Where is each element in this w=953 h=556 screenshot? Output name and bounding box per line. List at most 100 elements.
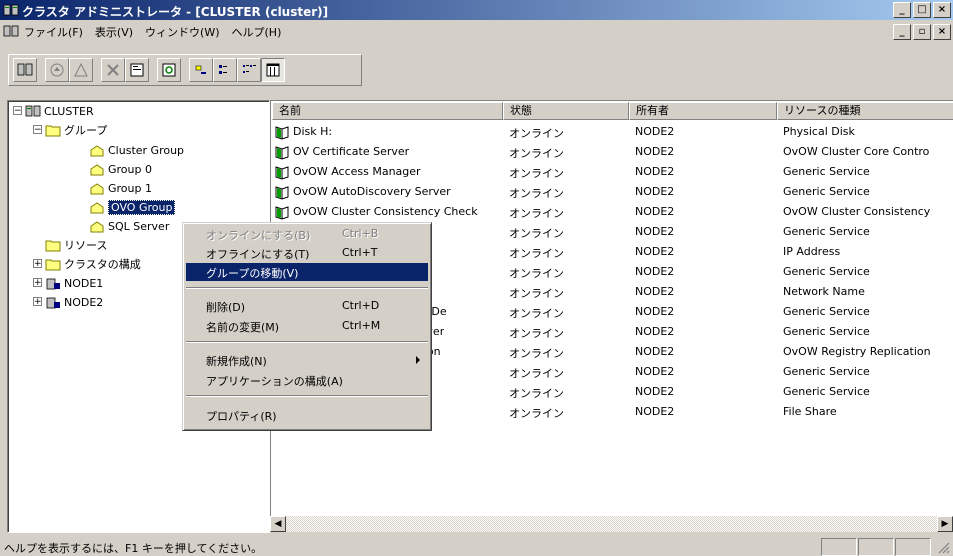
column-header-state[interactable]: 状態 [503,102,629,120]
cell-owner: NODE2 [635,365,675,378]
child-close-button[interactable]: × [933,24,951,40]
cell-owner: NODE2 [635,165,675,178]
cell-type: Generic Service [783,165,870,178]
minimize-button[interactable]: _ [893,2,911,18]
tree-node-node[interactable]: NODE2 [45,293,103,311]
table-row[interactable]: OvOW Cluster Consistency Check オンライン NODE2… [271,202,953,222]
menu-item-configure-application[interactable]: アプリケーションの構成(A) [186,371,428,389]
cluster-icon [17,63,33,76]
table-row[interactable]: Disk H: オンライン NODE2 Physical Disk [271,122,953,142]
tree-node-resources[interactable]: リソース [45,236,107,254]
cell-name: OvOW AutoDiscovery Server [293,185,451,198]
cell-type: OvOW Cluster Consistency [783,205,931,218]
properties-button[interactable] [125,58,149,82]
menu-file[interactable]: ファイル(F) [24,24,83,40]
close-button[interactable]: × [933,2,951,18]
menu-item-delete[interactable]: 削除(D) Ctrl+D [186,297,428,315]
cell-name: OvOW Cluster Consistency Check [293,205,478,218]
offline-icon [74,62,88,77]
group-icon [90,202,104,214]
menu-item-label: オンラインにする(B) [206,229,311,242]
tree-label-group: Cluster Group [108,143,185,157]
menu-item-label: オフラインにする(T) [206,248,310,261]
tree-node-cluster[interactable]: CLUSTER [25,102,94,120]
details-view-button[interactable] [261,58,285,82]
menu-bar: ファイル(F) 表示(V) ウィンドウ(W) ヘルプ(H) _ ▫ × [0,21,953,41]
cell-owner: NODE2 [635,405,675,418]
expand-node-toggle[interactable]: + [33,297,42,307]
cell-state: オンライン [509,367,564,380]
open-connection-button[interactable] [13,58,37,82]
cell-type: Generic Service [783,185,870,198]
cell-owner: NODE2 [635,245,675,258]
menu-window[interactable]: ウィンドウ(W) [145,24,219,40]
list-icon [243,65,256,73]
group-icon [90,145,104,157]
bring-online-button[interactable] [45,58,69,82]
refresh-button[interactable] [157,58,181,82]
menu-item-take-offline[interactable]: オフラインにする(T) Ctrl+T [186,244,428,262]
menu-view[interactable]: 表示(V) [95,24,133,40]
column-header-owner[interactable]: 所有者 [629,102,777,120]
toolbar-group [8,54,362,86]
table-row[interactable]: OV Certificate Server オンライン NODE2 OvOW Clus… [271,142,953,162]
document-icon[interactable] [3,23,19,39]
list-view-button[interactable] [237,58,261,82]
menu-item-rename[interactable]: 名前の変更(M) Ctrl+M [186,317,428,335]
cell-state: オンライン [509,187,564,200]
online-icon [50,63,64,77]
tree-node-group[interactable]: Group 0 [89,160,152,178]
folder-icon [45,125,61,137]
large-icons-button[interactable] [189,58,213,82]
cell-state: オンライン [509,287,564,300]
menu-separator [186,341,428,343]
menu-item-move-group[interactable]: グループの移動(V) [186,263,428,281]
horizontal-scrollbar[interactable]: ◀ ▶ [270,516,953,533]
menu-item-properties[interactable]: プロパティ(R) [186,406,428,424]
column-header-type[interactable]: リソースの種類 [777,102,953,120]
scroll-left-button[interactable]: ◀ [270,516,286,532]
scroll-track[interactable] [286,516,937,532]
status-text: ヘルプを表示するには、F1 キーを押してください。 [4,542,263,555]
tree-node-group[interactable]: SQL Server [89,217,169,235]
child-restore-button[interactable]: ▫ [913,24,931,40]
tree-node-node[interactable]: NODE1 [45,274,103,292]
menu-separator [186,287,428,289]
take-offline-button[interactable] [69,58,93,82]
maximize-button[interactable]: □ [913,2,931,18]
tree-label-node: NODE2 [64,295,104,309]
menu-separator [186,395,428,397]
server-node-icon [46,297,60,309]
tree-node-cluster-config[interactable]: クラスタの構成 [45,255,141,273]
cell-name: Disk H: [293,125,333,138]
cell-owner: NODE2 [635,225,675,238]
child-minimize-button[interactable]: _ [893,24,911,40]
cell-type: Generic Service [783,385,870,398]
menu-help[interactable]: ヘルプ(H) [232,24,282,40]
cell-owner: NODE2 [635,285,675,298]
group-icon [90,183,104,195]
cell-name: OvOW Access Manager [293,165,421,178]
table-row[interactable]: OvOW AutoDiscovery Server オンライン NODE2 Gener… [271,182,953,202]
menu-item-label: グループの移動(V) [206,267,299,280]
menu-item-new[interactable]: 新規作成(N) [186,351,428,369]
collapse-cluster-toggle[interactable]: − [13,106,22,116]
tree-node-groups[interactable]: グループ [45,121,107,139]
scroll-right-button[interactable]: ▶ [937,516,953,532]
column-header-name[interactable]: 名前 [272,102,503,120]
collapse-groups-toggle[interactable]: − [33,125,42,135]
small-icons-button[interactable] [213,58,237,82]
table-row[interactable]: OvOW Access Manager オンライン NODE2 Generic Ser… [271,162,953,182]
expand-node-toggle[interactable]: + [33,278,42,288]
submenu-arrow-icon [416,356,420,364]
cell-owner: NODE2 [635,345,675,358]
cell-type: File Share [783,405,837,418]
expand-config-toggle[interactable]: + [33,259,42,269]
tree-node-group-selected[interactable]: OVO Group [89,198,176,216]
delete-button[interactable] [101,58,125,82]
tree-node-group[interactable]: Cluster Group [89,141,184,159]
tree-node-group[interactable]: Group 1 [89,179,152,197]
resize-grip-icon[interactable] [937,541,950,554]
menu-item-bring-online[interactable]: オンラインにする(B) Ctrl+B [186,225,428,243]
cell-state: オンライン [509,207,564,220]
